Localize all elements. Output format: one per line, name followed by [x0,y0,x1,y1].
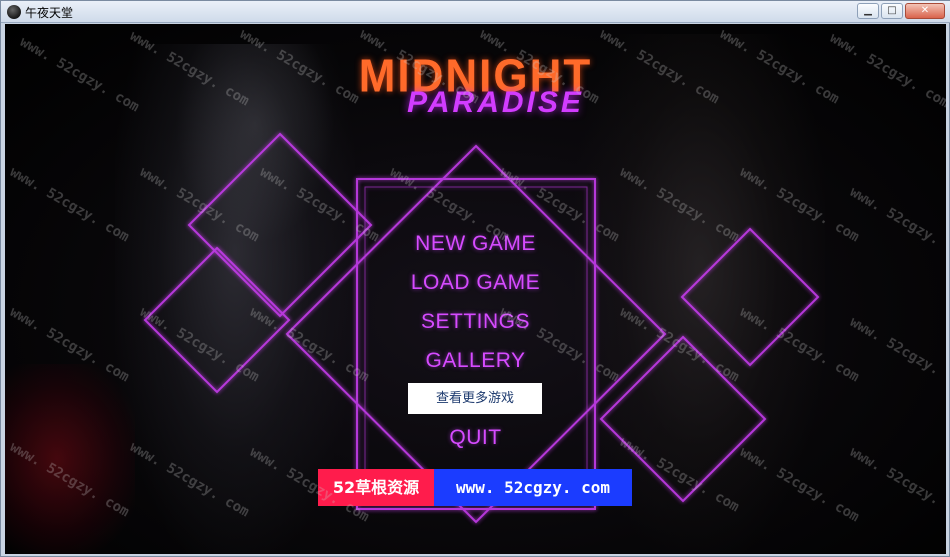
game-stage: MIDNIGHT PARADISE NEW GAME LOAD GAME SET… [5,24,946,554]
window-title: 午夜天堂 [25,6,74,20]
site-url-banner[interactable]: www. 52cgzy. com [434,469,632,506]
center-diamond [285,144,667,524]
load-game-button[interactable]: LOAD GAME [5,271,946,295]
close-button[interactable]: ✕ [905,3,945,19]
minimize-button[interactable]: ▁ [857,3,879,19]
new-game-button[interactable]: NEW GAME [5,232,946,256]
app-icon [7,5,21,19]
more-games-button[interactable]: 查看更多游戏 [408,383,542,414]
title-bar[interactable]: 午夜天堂 ▁ □ ✕ [1,1,950,23]
game-window: 午夜天堂 ▁ □ ✕ MIDNIGHT PARADISE NEW GAME LO… [0,0,950,557]
window-controls: ▁ □ ✕ [857,3,945,19]
maximize-button[interactable]: □ [881,3,903,19]
